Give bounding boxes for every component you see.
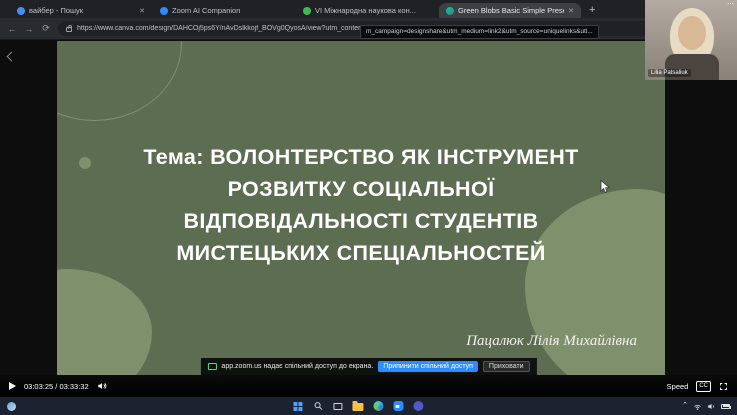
edge-browser-button[interactable] (372, 400, 384, 412)
edge-icon (373, 401, 383, 411)
widgets-icon[interactable] (7, 402, 16, 411)
back-arrow-icon[interactable] (7, 52, 17, 62)
blob-decoration-bottom-left (57, 269, 152, 375)
captions-button[interactable]: CC (696, 381, 711, 392)
forward-button[interactable]: → (24, 24, 34, 34)
file-explorer-button[interactable] (352, 400, 364, 412)
windows-taskbar: ⌃ (0, 397, 737, 415)
webcam-menu-icon[interactable]: ⋯ (727, 0, 734, 8)
video-player-area[interactable]: Тема: ВОЛОНТЕРСТВО ЯК ІНСТРУМЕНТ РОЗВИТК… (0, 40, 737, 397)
reload-button[interactable]: ⟳ (41, 23, 51, 34)
presentation-slide: Тема: ВОЛОНТЕРСТВО ЯК ІНСТРУМЕНТ РОЗВИТК… (57, 41, 665, 375)
tab-title: Zoom AI Companion (172, 6, 288, 15)
title-line-1: Тема: ВОЛОНТЕРСТВО ЯК ІНСТРУМЕНТ (57, 141, 665, 173)
taskbar-search-button[interactable] (312, 400, 324, 412)
tab-close-icon[interactable]: ✕ (139, 7, 145, 15)
task-view-icon (333, 403, 342, 410)
share-message: app.zoom.us надає спільний доступ до екр… (221, 363, 373, 370)
conference-favicon-icon (303, 7, 311, 15)
hide-banner-button[interactable]: Приховати (483, 361, 530, 372)
tab-title: вайбер - Пошук (29, 6, 135, 15)
webcam-overlay[interactable]: ⋯ Lilia Patsaliuk (645, 0, 737, 80)
mouse-cursor (600, 180, 611, 193)
fullscreen-button[interactable] (719, 382, 728, 391)
stop-share-button[interactable]: Припинити спільний доступ (378, 361, 478, 372)
browser-tab-strip: вайбер - Пошук ✕ Zoom AI Companion VI Мі… (0, 0, 737, 18)
blob-outline-decoration (57, 41, 182, 121)
search-icon (313, 401, 323, 411)
slide-author: Пацалюк Лілія Михайлівна (466, 333, 637, 350)
participant-face (678, 16, 706, 50)
tab-title: Green Blobs Basic Simple Presen... (458, 6, 564, 15)
zoom-app-icon (393, 401, 403, 411)
participant-name: Lilia Patsaliuk (648, 69, 691, 77)
speed-button[interactable]: Speed (667, 382, 689, 391)
task-view-button[interactable] (332, 400, 344, 412)
tray-chevron-icon[interactable]: ⌃ (682, 402, 688, 410)
title-line-3: ВІДПОВІДАЛЬНОСТІ СТУДЕНТІВ (57, 205, 665, 237)
zoom-app-button[interactable] (392, 400, 404, 412)
tab-canva-presentation[interactable]: Green Blobs Basic Simple Presen... ✕ (439, 3, 581, 18)
tab-zoom-ai-companion[interactable]: Zoom AI Companion (153, 3, 295, 18)
start-button[interactable] (292, 400, 304, 412)
battery-icon[interactable] (721, 404, 730, 409)
teams-icon (413, 401, 423, 411)
play-button[interactable] (9, 382, 16, 390)
title-line-2: РОЗВИТКУ СОЦІАЛЬНОЇ (57, 173, 665, 205)
folder-icon (352, 403, 363, 411)
tab-close-icon[interactable]: ✕ (568, 7, 574, 15)
title-line-4: МИСТЕЦЬКИХ СПЕЦІАЛЬНОСТЕЙ (57, 237, 665, 269)
tab-conference[interactable]: VI Міжнародна наукова кон... (296, 3, 438, 18)
player-controls-bar: 03:03:25 / 03:33:32 Speed CC (0, 375, 737, 397)
canva-favicon-icon (446, 7, 454, 15)
search-favicon-icon (17, 7, 25, 15)
url-tooltip: m_campaign=designshare&utm_medium=link2&… (360, 25, 599, 39)
new-tab-button[interactable]: + (589, 3, 595, 17)
playback-time: 03:03:25 / 03:33:32 (24, 382, 89, 391)
lock-icon (66, 27, 72, 32)
slide-title: Тема: ВОЛОНТЕРСТВО ЯК ІНСТРУМЕНТ РОЗВИТК… (57, 141, 665, 269)
zoom-share-banner: app.zoom.us надає спільний доступ до екр… (200, 358, 536, 375)
taskbar-app-icons (292, 400, 424, 412)
screen: вайбер - Пошук ✕ Zoom AI Companion VI Мі… (0, 0, 737, 415)
back-button[interactable]: ← (7, 24, 17, 34)
zoom-favicon-icon (160, 7, 168, 15)
volume-icon[interactable] (97, 381, 107, 391)
windows-logo-icon (293, 402, 302, 411)
tab-title: VI Міжнародна наукова кон... (315, 6, 431, 15)
system-tray: ⌃ (682, 402, 730, 411)
tray-volume-icon[interactable] (707, 402, 716, 411)
teams-app-button[interactable] (412, 400, 424, 412)
wifi-icon[interactable] (693, 402, 702, 411)
screen-share-icon (207, 363, 216, 370)
tab-viber-search[interactable]: вайбер - Пошук ✕ (10, 3, 152, 18)
